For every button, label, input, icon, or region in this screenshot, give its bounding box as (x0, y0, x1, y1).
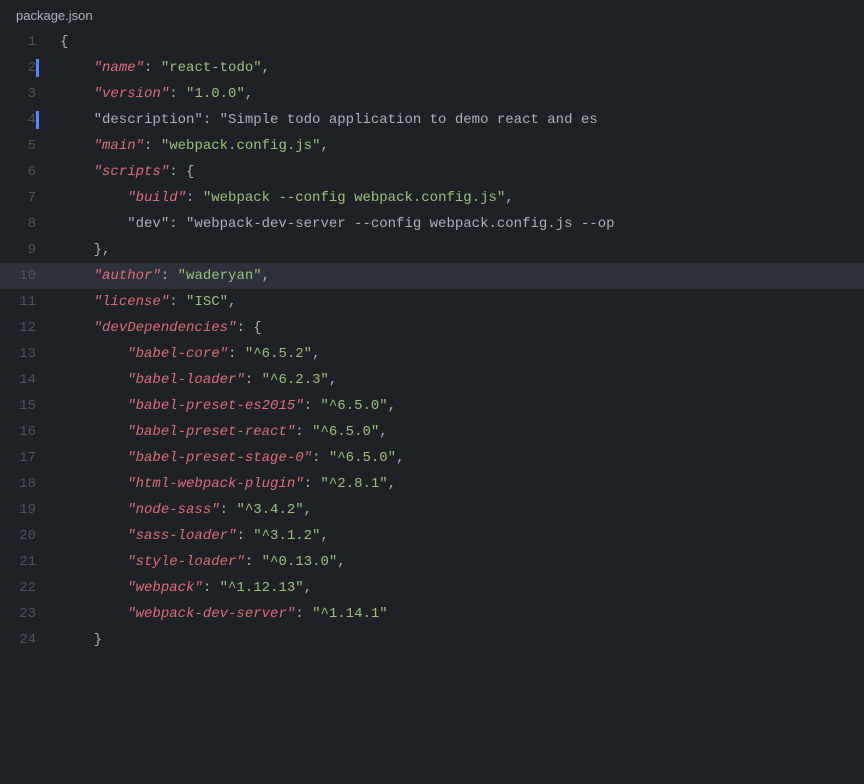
code-line: 12 "devDependencies": { (0, 315, 864, 341)
line-number: 16 (0, 419, 52, 445)
line-content: "devDependencies": { (52, 315, 864, 341)
code-line: 14 "babel-loader": "^6.2.3", (0, 367, 864, 393)
line-content: "dev": "webpack-dev-server --config webp… (52, 211, 864, 237)
line-number: 14 (0, 367, 52, 393)
code-line: 22 "webpack": "^1.12.13", (0, 575, 864, 601)
line-number: 5 (0, 133, 52, 159)
line-number: 8 (0, 211, 52, 237)
line-number: 20 (0, 523, 52, 549)
code-line: 3 "version": "1.0.0", (0, 81, 864, 107)
line-number: 9 (0, 237, 52, 263)
line-content: "version": "1.0.0", (52, 81, 864, 107)
code-line: 13 "babel-core": "^6.5.2", (0, 341, 864, 367)
line-content: "webpack-dev-server": "^1.14.1" (52, 601, 864, 627)
line-number: 15 (0, 393, 52, 419)
line-content: } (52, 627, 864, 653)
code-line: 18 "html-webpack-plugin": "^2.8.1", (0, 471, 864, 497)
code-line: 15 "babel-preset-es2015": "^6.5.0", (0, 393, 864, 419)
line-number: 12 (0, 315, 52, 341)
code-line: 17 "babel-preset-stage-0": "^6.5.0", (0, 445, 864, 471)
line-number: 7 (0, 185, 52, 211)
code-area: 1{2 "name": "react-todo",3 "version": "1… (0, 29, 864, 653)
line-content: "author": "waderyan", (52, 263, 864, 289)
line-number: 22 (0, 575, 52, 601)
code-line: 1{ (0, 29, 864, 55)
line-number: 3 (0, 81, 52, 107)
line-content: "sass-loader": "^3.1.2", (52, 523, 864, 549)
code-line: 7 "build": "webpack --config webpack.con… (0, 185, 864, 211)
line-content: "webpack": "^1.12.13", (52, 575, 864, 601)
code-line: 10 "author": "waderyan", (0, 263, 864, 289)
line-content: { (52, 29, 864, 55)
line-content: "html-webpack-plugin": "^2.8.1", (52, 471, 864, 497)
line-number: 4 (0, 107, 52, 133)
line-number: 18 (0, 471, 52, 497)
line-content: "babel-core": "^6.5.2", (52, 341, 864, 367)
line-content: "main": "webpack.config.js", (52, 133, 864, 159)
line-number: 19 (0, 497, 52, 523)
title-bar: package.json (0, 0, 864, 29)
code-line: 9 }, (0, 237, 864, 263)
line-content: "babel-preset-stage-0": "^6.5.0", (52, 445, 864, 471)
code-line: 6 "scripts": { (0, 159, 864, 185)
code-line: 5 "main": "webpack.config.js", (0, 133, 864, 159)
code-line: 16 "babel-preset-react": "^6.5.0", (0, 419, 864, 445)
line-number: 1 (0, 29, 52, 55)
line-content: "node-sass": "^3.4.2", (52, 497, 864, 523)
code-line: 21 "style-loader": "^0.13.0", (0, 549, 864, 575)
code-line: 8 "dev": "webpack-dev-server --config we… (0, 211, 864, 237)
line-number: 24 (0, 627, 52, 653)
line-number: 17 (0, 445, 52, 471)
code-line: 20 "sass-loader": "^3.1.2", (0, 523, 864, 549)
line-number: 2 (0, 55, 52, 81)
line-content: "babel-preset-react": "^6.5.0", (52, 419, 864, 445)
editor: 1{2 "name": "react-todo",3 "version": "1… (0, 29, 864, 781)
line-number: 23 (0, 601, 52, 627)
line-number: 11 (0, 289, 52, 315)
line-content: "description": "Simple todo application … (52, 107, 864, 133)
code-line: 2 "name": "react-todo", (0, 55, 864, 81)
line-content: }, (52, 237, 864, 263)
line-content: "build": "webpack --config webpack.confi… (52, 185, 864, 211)
code-line: 24 } (0, 627, 864, 653)
code-line: 11 "license": "ISC", (0, 289, 864, 315)
line-content: "name": "react-todo", (52, 55, 864, 81)
file-title: package.json (16, 8, 93, 23)
line-content: "babel-loader": "^6.2.3", (52, 367, 864, 393)
line-content: "license": "ISC", (52, 289, 864, 315)
line-number: 10 (0, 263, 52, 289)
code-line: 19 "node-sass": "^3.4.2", (0, 497, 864, 523)
line-number: 21 (0, 549, 52, 575)
line-content: "scripts": { (52, 159, 864, 185)
code-line: 4 "description": "Simple todo applicatio… (0, 107, 864, 133)
line-content: "style-loader": "^0.13.0", (52, 549, 864, 575)
code-line: 23 "webpack-dev-server": "^1.14.1" (0, 601, 864, 627)
line-number: 6 (0, 159, 52, 185)
line-number: 13 (0, 341, 52, 367)
line-content: "babel-preset-es2015": "^6.5.0", (52, 393, 864, 419)
